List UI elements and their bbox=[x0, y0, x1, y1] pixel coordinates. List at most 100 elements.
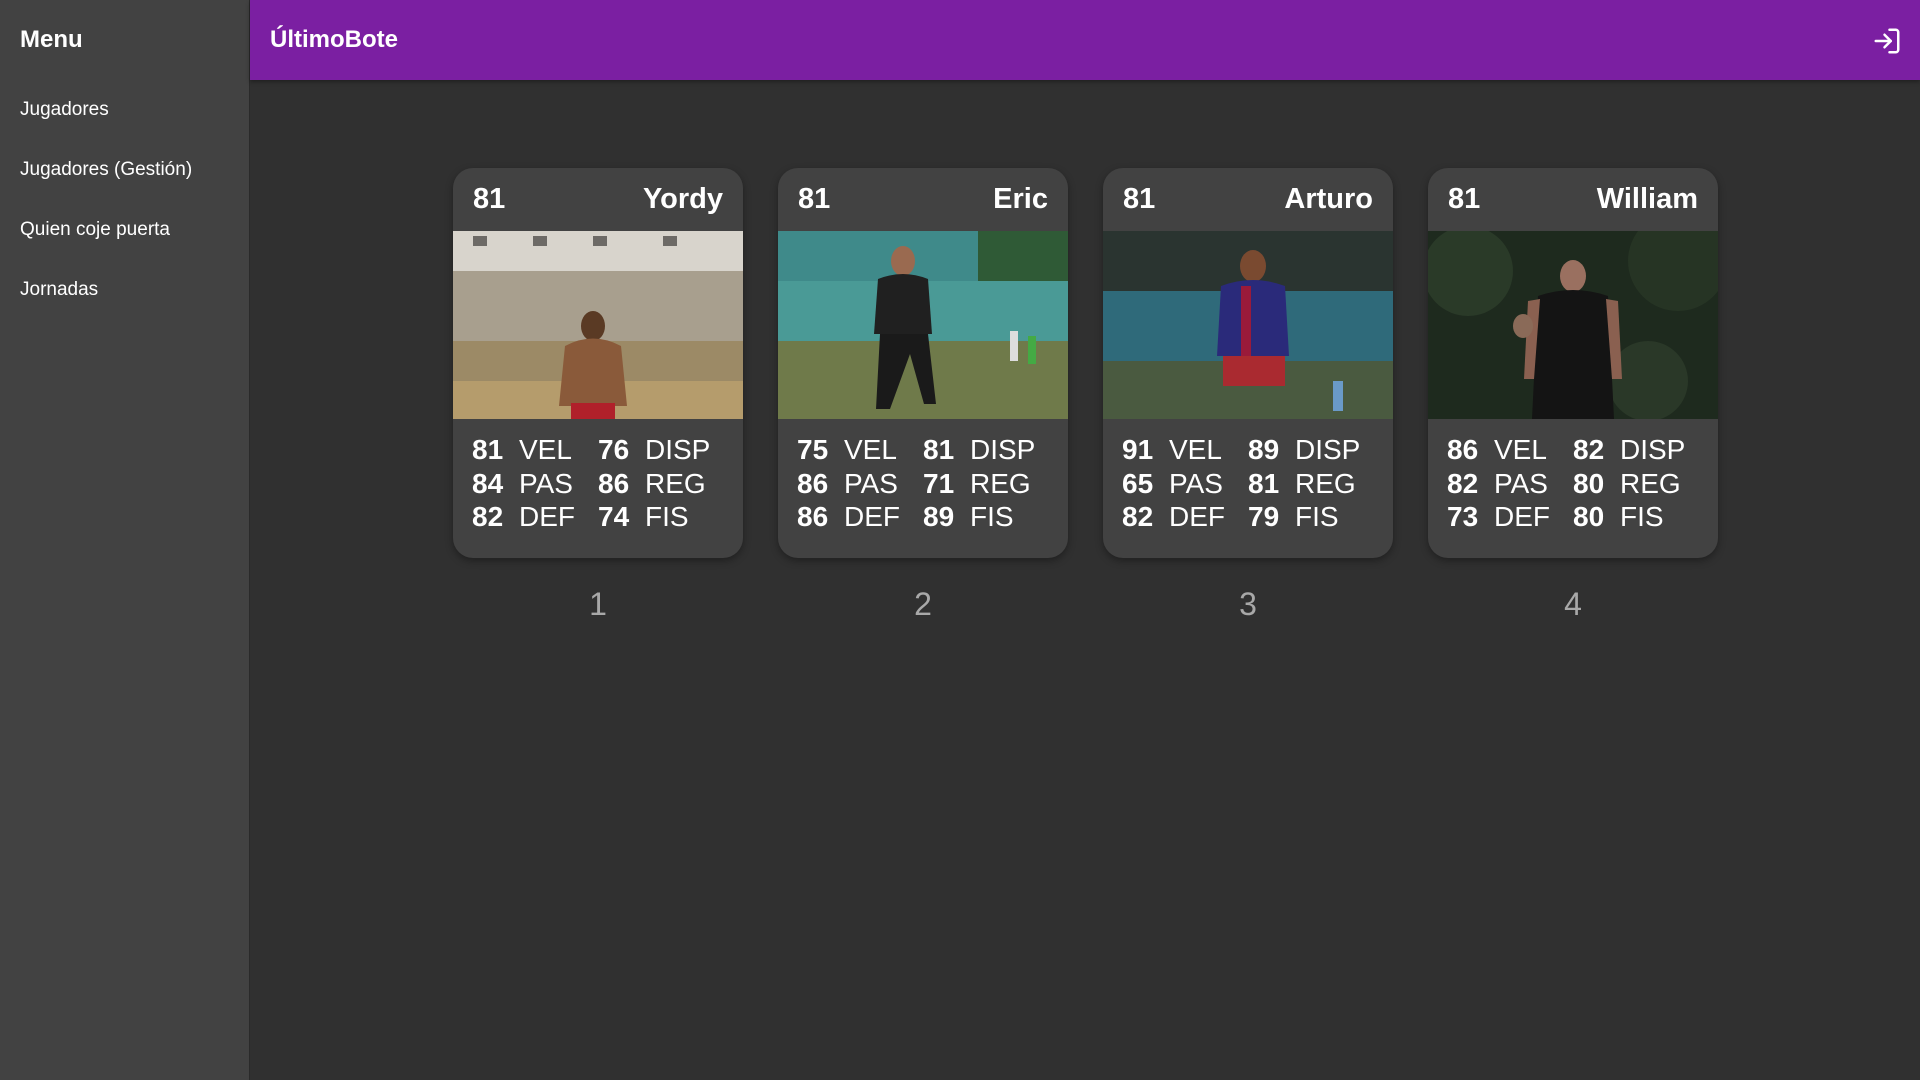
stat-value: 81 bbox=[472, 434, 504, 465]
player-stats: 81 VEL 84 PAS 82 DEF 76 DISP 86 REG 74 FIS bbox=[453, 419, 743, 534]
stat-vel: 81 VEL bbox=[472, 433, 598, 467]
stat-label: FIS bbox=[970, 501, 1014, 532]
card-header: 81 Arturo bbox=[1103, 168, 1393, 231]
stat-reg: 86 REG bbox=[598, 467, 724, 501]
stat-disp: 82 DISP bbox=[1573, 433, 1699, 467]
stat-label: FIS bbox=[645, 501, 689, 532]
stat-def: 82 DEF bbox=[1122, 500, 1248, 534]
stat-value: 89 bbox=[1248, 434, 1280, 465]
stat-reg: 80 REG bbox=[1573, 467, 1699, 501]
player-cards: 81 Yordy 81 VEL 84 PAS 82 DEF 76 DISP 86… bbox=[453, 168, 1753, 623]
stat-value: 82 bbox=[472, 501, 504, 532]
sidebar-item-jugadores-gestion[interactable]: Jugadores (Gestión) bbox=[0, 140, 249, 200]
stat-disp: 89 DISP bbox=[1248, 433, 1374, 467]
stat-value: 86 bbox=[1447, 434, 1479, 465]
sidebar: Menu Jugadores Jugadores (Gestión) Quien… bbox=[0, 0, 250, 1080]
stat-value: 80 bbox=[1573, 501, 1605, 532]
sidebar-item-quien-coje-puerta[interactable]: Quien coje puerta bbox=[0, 200, 249, 260]
player-column: 81 Yordy 81 VEL 84 PAS 82 DEF 76 DISP 86… bbox=[453, 168, 743, 623]
stat-value: 82 bbox=[1447, 467, 1479, 499]
stat-value: 86 bbox=[598, 467, 630, 499]
stat-def: 82 DEF bbox=[472, 500, 598, 534]
stat-value: 74 bbox=[598, 501, 630, 532]
player-stats: 86 VEL 82 PAS 73 DEF 82 DISP 80 REG 80 FIS bbox=[1428, 419, 1718, 534]
stat-fis: 89 FIS bbox=[923, 500, 1049, 534]
player-rating: 81 bbox=[798, 183, 831, 215]
sidebar-item-jornadas[interactable]: Jornadas bbox=[0, 260, 249, 320]
stat-value: 81 bbox=[1248, 467, 1280, 499]
player-position: 1 bbox=[589, 586, 607, 622]
stat-value: 86 bbox=[797, 467, 829, 499]
stat-disp: 81 DISP bbox=[923, 433, 1049, 467]
player-card[interactable]: 81 Eric 75 VEL 86 PAS 86 DEF 81 DISP 71 … bbox=[778, 168, 1068, 558]
stat-value: 73 bbox=[1447, 501, 1479, 532]
stat-label: DEF bbox=[519, 501, 575, 532]
stat-label: DISP bbox=[645, 434, 711, 465]
stat-label: DISP bbox=[1295, 434, 1361, 465]
stat-label: DEF bbox=[1494, 501, 1550, 532]
stat-value: 89 bbox=[923, 501, 955, 532]
player-column: 81 Arturo 91 VEL 65 PAS 82 DEF 89 DISP 8… bbox=[1103, 168, 1393, 623]
stat-value: 82 bbox=[1573, 434, 1605, 465]
stat-vel: 91 VEL bbox=[1122, 433, 1248, 467]
stat-pas: 86 PAS bbox=[797, 467, 923, 501]
player-name: Arturo bbox=[1284, 183, 1373, 215]
stat-value: 79 bbox=[1248, 501, 1280, 532]
stat-label: DISP bbox=[1620, 434, 1686, 465]
stat-value: 86 bbox=[797, 501, 829, 532]
stat-pas: 65 PAS bbox=[1122, 467, 1248, 501]
stat-value: 80 bbox=[1573, 467, 1605, 499]
player-card[interactable]: 81 William 86 VEL 82 PAS 73 DEF 82 DISP … bbox=[1428, 168, 1718, 558]
player-name: Yordy bbox=[642, 183, 723, 215]
player-rating: 81 bbox=[1448, 183, 1481, 215]
stat-value: 81 bbox=[923, 434, 955, 465]
player-card[interactable]: 81 Arturo 91 VEL 65 PAS 82 DEF 89 DISP 8… bbox=[1103, 168, 1393, 558]
stat-fis: 80 FIS bbox=[1573, 500, 1699, 534]
stat-def: 73 DEF bbox=[1447, 500, 1573, 534]
app-toolbar: ÚltimoBote bbox=[250, 0, 1920, 80]
stat-def: 86 DEF bbox=[797, 500, 923, 534]
stat-label: PAS bbox=[1169, 467, 1223, 499]
stat-reg: 81 REG bbox=[1248, 467, 1374, 501]
stat-label: FIS bbox=[1295, 501, 1339, 532]
login-icon bbox=[1874, 28, 1900, 54]
player-name: Eric bbox=[993, 183, 1048, 215]
stat-label: PAS bbox=[1494, 467, 1548, 499]
player-column: 81 Eric 75 VEL 86 PAS 86 DEF 81 DISP 71 … bbox=[778, 168, 1068, 623]
player-rating: 81 bbox=[473, 183, 506, 215]
stat-value: 75 bbox=[797, 434, 829, 465]
stat-label: VEL bbox=[844, 434, 897, 465]
stat-value: 91 bbox=[1122, 434, 1154, 465]
stat-value: 76 bbox=[598, 434, 630, 465]
player-position: 3 bbox=[1239, 586, 1257, 622]
stat-label: REG bbox=[1620, 467, 1681, 499]
login-button[interactable] bbox=[1872, 26, 1902, 56]
player-position: 2 bbox=[914, 586, 932, 622]
card-header: 81 Eric bbox=[778, 168, 1068, 231]
stat-label: PAS bbox=[844, 467, 898, 499]
sidebar-item-jugadores[interactable]: Jugadores bbox=[0, 80, 249, 140]
player-photo bbox=[453, 231, 743, 419]
stat-label: FIS bbox=[1620, 501, 1664, 532]
stat-fis: 74 FIS bbox=[598, 500, 724, 534]
stat-label: REG bbox=[970, 467, 1031, 499]
stat-pas: 84 PAS bbox=[472, 467, 598, 501]
stat-value: 71 bbox=[923, 467, 955, 499]
player-card[interactable]: 81 Yordy 81 VEL 84 PAS 82 DEF 76 DISP 86… bbox=[453, 168, 743, 558]
app-title: ÚltimoBote bbox=[270, 26, 398, 53]
card-header: 81 Yordy bbox=[453, 168, 743, 231]
card-header: 81 William bbox=[1428, 168, 1718, 231]
player-photo bbox=[1103, 231, 1393, 419]
stat-vel: 75 VEL bbox=[797, 433, 923, 467]
stat-value: 65 bbox=[1122, 467, 1154, 499]
player-photo bbox=[1428, 231, 1718, 419]
stat-value: 82 bbox=[1122, 501, 1154, 532]
stat-pas: 82 PAS bbox=[1447, 467, 1573, 501]
stat-vel: 86 VEL bbox=[1447, 433, 1573, 467]
player-position: 4 bbox=[1564, 586, 1582, 622]
player-stats: 75 VEL 86 PAS 86 DEF 81 DISP 71 REG 89 FIS bbox=[778, 419, 1068, 534]
stat-label: VEL bbox=[1169, 434, 1222, 465]
stat-label: DISP bbox=[970, 434, 1036, 465]
stat-label: REG bbox=[1295, 467, 1356, 499]
stat-reg: 71 REG bbox=[923, 467, 1049, 501]
